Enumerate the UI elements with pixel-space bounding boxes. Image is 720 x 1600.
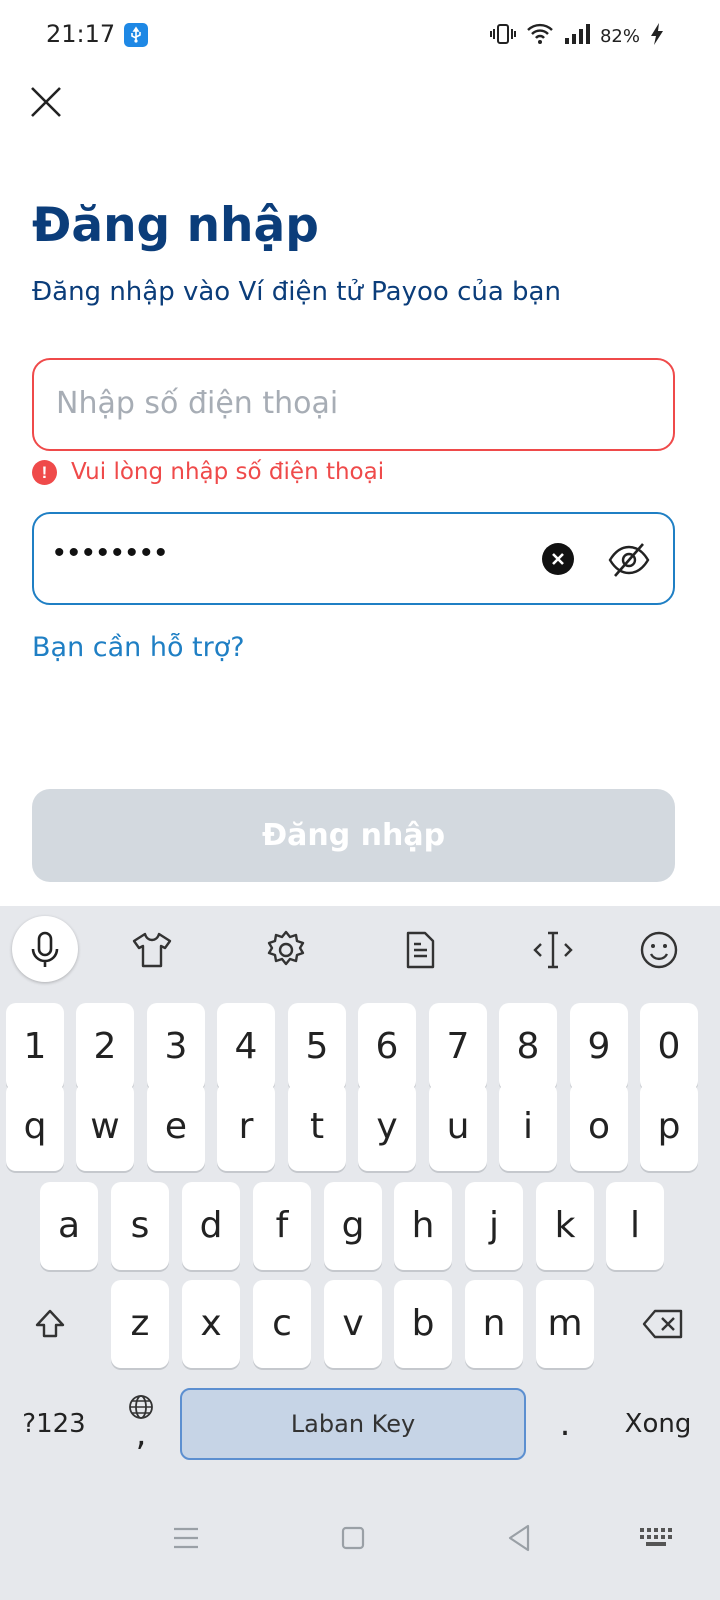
- back-icon[interactable]: [500, 1518, 540, 1558]
- page-subtitle: Đăng nhập vào Ví điện tử Payoo của bạn: [32, 277, 561, 307]
- navigation-bar: [0, 1488, 720, 1600]
- vibrate-icon: [489, 22, 516, 51]
- key-b[interactable]: b: [394, 1280, 452, 1368]
- key-2[interactable]: 2: [76, 1003, 134, 1091]
- key-f[interactable]: f: [253, 1182, 311, 1270]
- phone-error-text: Vui lòng nhập số điện thoại: [71, 459, 385, 485]
- keyboard-toolbar: [0, 906, 720, 996]
- status-icons: 82%: [489, 22, 664, 51]
- key-7[interactable]: 7: [429, 1003, 487, 1091]
- key-3[interactable]: 3: [147, 1003, 205, 1091]
- phone-field[interactable]: [32, 358, 675, 451]
- globe-comma-key[interactable]: ,: [112, 1380, 170, 1468]
- key-z[interactable]: z: [111, 1280, 169, 1368]
- usb-icon: [124, 23, 148, 47]
- key-4[interactable]: 4: [217, 1003, 275, 1091]
- key-r[interactable]: r: [217, 1083, 275, 1171]
- page-title: Đăng nhập: [32, 198, 319, 253]
- signal-icon: [564, 23, 590, 50]
- key-l[interactable]: l: [606, 1182, 664, 1270]
- shift-key[interactable]: [10, 1280, 90, 1368]
- key-o[interactable]: o: [570, 1083, 628, 1171]
- key-a[interactable]: a: [40, 1182, 98, 1270]
- key-n[interactable]: n: [465, 1280, 523, 1368]
- period-key[interactable]: .: [536, 1380, 594, 1468]
- key-q[interactable]: q: [6, 1083, 64, 1171]
- home-icon[interactable]: [333, 1518, 373, 1558]
- clear-icon: [552, 553, 564, 565]
- shirt-icon[interactable]: [130, 928, 174, 972]
- password-input[interactable]: ••••••••: [54, 536, 170, 570]
- keyboard-hide-icon[interactable]: [636, 1518, 676, 1558]
- key-8[interactable]: 8: [499, 1003, 557, 1091]
- key-d[interactable]: d: [182, 1182, 240, 1270]
- comma-label: ,: [135, 1414, 147, 1454]
- key-p[interactable]: p: [640, 1083, 698, 1171]
- key-1[interactable]: 1: [6, 1003, 64, 1091]
- password-field[interactable]: ••••••••: [32, 512, 675, 605]
- done-key[interactable]: Xong: [608, 1380, 708, 1468]
- clipboard-icon[interactable]: [398, 928, 442, 972]
- key-g[interactable]: g: [324, 1182, 382, 1270]
- phone-input[interactable]: [56, 386, 646, 421]
- symbols-key[interactable]: ?123: [8, 1380, 100, 1468]
- key-6[interactable]: 6: [358, 1003, 416, 1091]
- clear-password-button[interactable]: [542, 543, 574, 575]
- key-h[interactable]: h: [394, 1182, 452, 1270]
- mic-button[interactable]: [12, 916, 78, 982]
- status-bar: 21:17 82%: [0, 0, 720, 70]
- key-u[interactable]: u: [429, 1083, 487, 1171]
- key-y[interactable]: y: [358, 1083, 416, 1171]
- key-5[interactable]: 5: [288, 1003, 346, 1091]
- charging-icon: [650, 22, 664, 51]
- key-j[interactable]: j: [465, 1182, 523, 1270]
- help-link[interactable]: Bạn cần hỗ trợ?: [32, 632, 245, 663]
- close-icon: [31, 87, 61, 117]
- wifi-icon: [526, 23, 554, 50]
- backspace-icon: [642, 1309, 683, 1339]
- login-button[interactable]: Đăng nhập: [32, 789, 675, 882]
- error-icon: !: [32, 459, 57, 485]
- phone-error: ! Vui lòng nhập số điện thoại: [32, 459, 384, 485]
- menu-icon[interactable]: [166, 1518, 206, 1558]
- key-c[interactable]: c: [253, 1280, 311, 1368]
- toggle-password-visibility-button[interactable]: [607, 538, 651, 582]
- key-e[interactable]: e: [147, 1083, 205, 1171]
- shift-icon: [35, 1309, 65, 1338]
- key-x[interactable]: x: [182, 1280, 240, 1368]
- cursor-icon[interactable]: [531, 928, 575, 972]
- backspace-key[interactable]: [618, 1280, 708, 1368]
- close-button[interactable]: [26, 82, 66, 122]
- key-i[interactable]: i: [499, 1083, 557, 1171]
- emoji-icon[interactable]: [637, 928, 681, 972]
- key-0[interactable]: 0: [640, 1003, 698, 1091]
- space-key[interactable]: Laban Key: [180, 1388, 526, 1460]
- battery-percent: 82%: [599, 26, 640, 47]
- key-s[interactable]: s: [111, 1182, 169, 1270]
- key-v[interactable]: v: [324, 1280, 382, 1368]
- gear-icon[interactable]: [264, 928, 308, 972]
- key-w[interactable]: w: [76, 1083, 134, 1171]
- status-time: 21:17: [46, 20, 116, 48]
- mic-icon: [31, 931, 59, 967]
- key-m[interactable]: m: [536, 1280, 594, 1368]
- key-k[interactable]: k: [536, 1182, 594, 1270]
- key-9[interactable]: 9: [570, 1003, 628, 1091]
- eye-off-icon: [608, 543, 650, 577]
- key-t[interactable]: t: [288, 1083, 346, 1171]
